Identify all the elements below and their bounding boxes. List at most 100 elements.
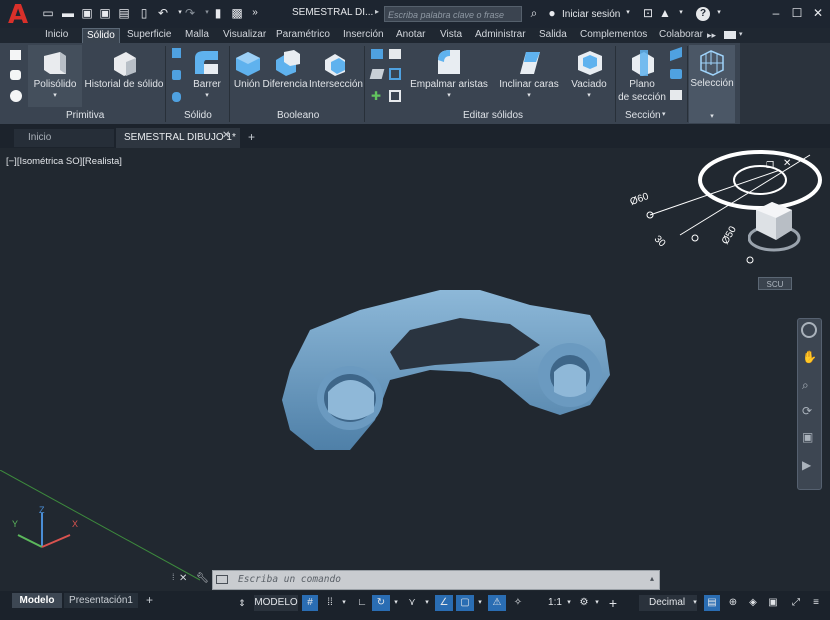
tab-malla[interactable]: Malla xyxy=(185,28,209,43)
pan-icon[interactable]: ✋ xyxy=(802,350,817,364)
close-icon[interactable]: ✕ xyxy=(810,5,826,21)
autodesk-icon[interactable]: ▲ xyxy=(657,5,673,21)
orbit-icon[interactable]: ⟳ xyxy=(802,404,812,418)
lock-ui-icon[interactable]: ⊕ xyxy=(725,595,741,611)
new-file-icon[interactable]: ▭ xyxy=(40,5,56,21)
section-plane-label-2[interactable]: de sección xyxy=(618,92,666,104)
undo-icon[interactable]: ↶ xyxy=(155,5,171,21)
tab-insercion[interactable]: Inserción xyxy=(343,28,384,43)
thicken-icon[interactable] xyxy=(389,90,401,102)
command-history-icon[interactable] xyxy=(216,575,228,584)
new-doc-tab-icon[interactable]: + xyxy=(248,130,255,144)
command-expand-icon[interactable]: ▴ xyxy=(650,574,654,583)
polar-tracking-icon[interactable]: ↻ xyxy=(372,595,390,611)
solid-history-button[interactable]: Historial de sólido xyxy=(84,79,164,91)
polysolid-dropdown-icon[interactable]: ▾ xyxy=(28,90,82,102)
revolve-icon[interactable] xyxy=(172,70,181,80)
viewport-controls-label[interactable]: [−][Isométrica SO][Realista] xyxy=(6,156,122,167)
generate-section-icon[interactable] xyxy=(670,90,682,100)
more-tools-icon[interactable]: » xyxy=(247,5,263,21)
fillet-edge-dropdown-icon[interactable]: ▾ xyxy=(408,90,490,102)
annotation-visibility-icon[interactable]: ⚠ xyxy=(488,595,506,611)
tab-visualizar[interactable]: Visualizar xyxy=(223,28,266,43)
print-icon[interactable]: ▤ xyxy=(116,5,132,21)
snap-mode-icon[interactable]: ⁞⁞ xyxy=(322,595,338,611)
share-icon[interactable]: ▮ xyxy=(210,5,226,21)
annotation-scale[interactable]: 1:1 xyxy=(546,595,564,611)
autodesk-dropdown-icon[interactable]: ▾ xyxy=(673,5,689,21)
plot-icon[interactable]: ▯ xyxy=(136,5,152,21)
isolate-objects-icon[interactable]: ◈ xyxy=(745,595,761,611)
quick-properties-icon[interactable]: ▤ xyxy=(704,595,720,611)
tab-inicio[interactable]: Inicio xyxy=(45,28,68,43)
section-jog-icon[interactable] xyxy=(670,69,682,79)
minimize-icon[interactable]: – xyxy=(768,5,784,21)
units-selector[interactable]: Decimal xyxy=(639,595,697,611)
auto-scale-icon[interactable]: ✧ xyxy=(510,595,526,611)
tab-vista[interactable]: Vista xyxy=(440,28,462,43)
object-snap-icon[interactable]: ▢ xyxy=(456,595,474,611)
customization-icon[interactable]: ≡ xyxy=(808,595,824,611)
snap-dropdown-icon[interactable]: ▾ xyxy=(339,595,349,611)
viewport-restore-icon[interactable]: ❐ xyxy=(766,160,774,171)
ribbon-toggle-dropdown-icon[interactable]: ▾ xyxy=(739,28,743,43)
sign-in-button[interactable]: Iniciar sesión xyxy=(562,9,620,20)
tab-solido[interactable]: Sólido xyxy=(82,28,120,43)
solid-part-model[interactable] xyxy=(270,280,630,460)
box-primitive-icon[interactable] xyxy=(8,48,24,62)
extract-edges-icon[interactable] xyxy=(371,49,383,59)
ucs-selector[interactable]: SCU xyxy=(758,277,792,290)
statusbar-arrows-icon[interactable]: ⇕ xyxy=(236,595,248,611)
isodraft-dropdown-icon[interactable]: ▾ xyxy=(422,595,432,611)
tab-colaborar[interactable]: Colaborar xyxy=(659,28,703,43)
search-icon[interactable]: ⌕ xyxy=(526,5,542,21)
annotation-monitor-icon[interactable]: + xyxy=(605,595,621,611)
osnap-dropdown-icon[interactable]: ▾ xyxy=(475,595,485,611)
extrude-icon[interactable] xyxy=(172,48,181,58)
command-close-icon[interactable]: ✕ xyxy=(179,573,187,584)
taper-faces-dropdown-icon[interactable]: ▾ xyxy=(494,90,564,102)
imprint-icon[interactable] xyxy=(389,49,401,59)
play-icon[interactable]: ▶ xyxy=(802,458,811,472)
help-icon[interactable]: ? xyxy=(696,7,710,21)
doc-tab-inicio[interactable]: Inicio xyxy=(14,129,114,147)
ortho-icon[interactable]: ∟ xyxy=(354,595,370,611)
workspace-icon[interactable]: ⚙ xyxy=(576,595,592,611)
object-snap-tracking-icon[interactable]: ∠ xyxy=(435,595,453,611)
viewport-close-icon[interactable]: ✕ xyxy=(783,158,791,169)
sphere-primitive-icon[interactable] xyxy=(8,88,24,104)
clean-screen-icon[interactable]: ⤢ xyxy=(788,595,804,611)
tab-superficie[interactable]: Superficie xyxy=(127,28,171,43)
tab-anotar[interactable]: Anotar xyxy=(396,28,425,43)
tab-salida[interactable]: Salida xyxy=(539,28,567,43)
interfere-icon[interactable] xyxy=(389,68,401,80)
cart-icon[interactable]: ⊡ xyxy=(640,5,656,21)
tab-administrar[interactable]: Administrar xyxy=(475,28,526,43)
isodraft-icon[interactable]: ⋎ xyxy=(404,595,420,611)
add-layout-icon[interactable]: + xyxy=(146,593,153,607)
seccion-dropdown-icon[interactable]: ▾ xyxy=(662,110,666,118)
grid-display-icon[interactable]: # xyxy=(302,595,318,611)
workspace-dropdown-icon[interactable]: ▾ xyxy=(592,595,602,611)
steering-wheel-icon[interactable] xyxy=(801,322,817,338)
tab-parametrico[interactable]: Paramétrico xyxy=(276,28,330,43)
showmotion-icon[interactable]: ▣ xyxy=(802,430,813,444)
slice-icon[interactable]: ✚ xyxy=(371,90,383,102)
help-dropdown-icon[interactable]: ▾ xyxy=(711,5,727,21)
union-button[interactable]: Unión xyxy=(230,79,264,91)
save-icon[interactable]: ▣ xyxy=(79,5,95,21)
more-tabs-icon[interactable]: ▸▸ xyxy=(707,28,716,43)
search-expand-icon[interactable]: ▸ xyxy=(375,7,379,16)
selection-dropdown-icon[interactable]: ▾ xyxy=(689,111,735,123)
model-space-button[interactable]: MODELO xyxy=(254,595,298,611)
autocad-logo[interactable]: A xyxy=(8,2,30,28)
subtract-button[interactable]: Diferencia xyxy=(262,79,308,91)
polar-dropdown-icon[interactable]: ▾ xyxy=(391,595,401,611)
zoom-icon[interactable]: ⌕ xyxy=(802,378,809,393)
tab-complementos[interactable]: Complementos xyxy=(580,28,647,43)
redo-icon[interactable]: ↷ xyxy=(182,5,198,21)
publish-icon[interactable]: ▩ xyxy=(229,5,245,21)
layout-tab-model[interactable]: Modelo xyxy=(12,593,62,608)
sign-in-dropdown-icon[interactable]: ▾ xyxy=(620,5,636,21)
save-as-icon[interactable]: ▣ xyxy=(97,5,113,21)
